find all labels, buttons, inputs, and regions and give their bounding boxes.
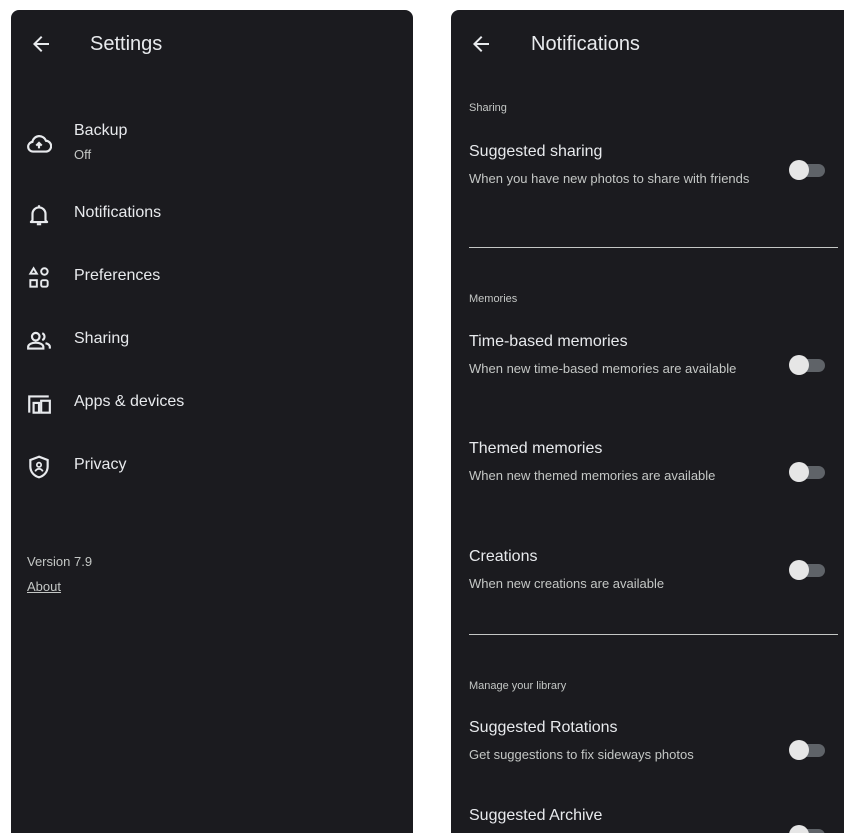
preferences-icon	[28, 266, 49, 288]
back-arrow-icon[interactable]	[469, 32, 493, 56]
toggle-thumb	[789, 462, 809, 482]
menu-item-preferences[interactable]: Preferences	[11, 253, 413, 301]
creations-toggle[interactable]	[789, 558, 829, 582]
menu-item-privacy[interactable]: Privacy	[11, 442, 413, 490]
setting-suggested-archive[interactable]: Suggested Archive	[451, 807, 844, 833]
shield-icon	[29, 455, 49, 479]
toggle-thumb	[789, 825, 809, 833]
notifications-app-bar: Notifications	[451, 10, 844, 80]
setting-title: Suggested Archive	[469, 807, 603, 824]
page-title: Notifications	[531, 33, 640, 55]
time-based-memories-toggle[interactable]	[789, 353, 829, 377]
setting-description: Get suggestions to fix sideways photos	[469, 747, 694, 762]
version-text: Version 7.9	[27, 554, 93, 569]
menu-item-notifications[interactable]: Notifications	[11, 190, 413, 238]
settings-app-bar: Settings	[11, 10, 413, 80]
setting-title: Creations	[469, 548, 538, 565]
themed-memories-toggle[interactable]	[789, 460, 829, 484]
setting-creations[interactable]: Creations When new creations are availab…	[451, 548, 844, 598]
setting-suggested-sharing[interactable]: Suggested sharing When you have new phot…	[451, 143, 844, 213]
bell-icon	[29, 205, 49, 226]
setting-suggested-rotations[interactable]: Suggested Rotations Get suggestions to f…	[451, 719, 844, 769]
settings-panel: Settings Backup Off Notifications Prefer…	[11, 10, 413, 833]
menu-item-label: Privacy	[74, 456, 127, 473]
menu-item-label: Backup	[74, 122, 128, 139]
cloud-upload-icon	[27, 135, 52, 153]
menu-item-backup[interactable]: Backup Off	[11, 116, 413, 172]
setting-title: Time-based memories	[469, 333, 628, 350]
menu-item-sharing[interactable]: Sharing	[11, 316, 413, 364]
toggle-thumb	[789, 160, 809, 180]
suggested-sharing-toggle[interactable]	[789, 158, 829, 182]
setting-title: Themed memories	[469, 440, 603, 457]
section-header-manage-library: Manage your library	[469, 680, 567, 692]
page-title: Settings	[90, 33, 163, 55]
section-header-sharing: Sharing	[469, 102, 507, 114]
notifications-panel: Notifications Sharing Suggested sharing …	[451, 10, 844, 833]
people-icon	[27, 331, 51, 350]
section-divider	[469, 247, 838, 248]
devices-icon	[28, 395, 51, 414]
setting-description: When new themed memories are available	[469, 468, 716, 483]
menu-item-label: Notifications	[74, 204, 162, 221]
setting-themed-memories[interactable]: Themed memories When new themed memories…	[451, 440, 844, 510]
section-divider	[469, 634, 838, 635]
setting-title: Suggested sharing	[469, 143, 603, 160]
section-header-memories: Memories	[469, 293, 518, 305]
menu-item-label: Sharing	[74, 330, 130, 347]
suggested-archive-toggle[interactable]	[789, 823, 829, 833]
menu-item-sublabel: Off	[74, 147, 92, 162]
setting-description: When new creations are available	[469, 576, 665, 591]
menu-item-label: Preferences	[74, 267, 161, 284]
setting-description: When new time-based memories are availab…	[469, 361, 737, 376]
menu-item-label: Apps & devices	[74, 393, 185, 410]
toggle-thumb	[789, 740, 809, 760]
suggested-rotations-toggle[interactable]	[789, 738, 829, 762]
setting-title: Suggested Rotations	[469, 719, 618, 736]
back-arrow-icon[interactable]	[29, 32, 53, 56]
menu-item-apps-devices[interactable]: Apps & devices	[11, 379, 413, 427]
setting-time-based-memories[interactable]: Time-based memories When new time-based …	[451, 333, 844, 403]
toggle-thumb	[789, 560, 809, 580]
toggle-thumb	[789, 355, 809, 375]
setting-description: When you have new photos to share with f…	[469, 171, 750, 186]
about-link[interactable]: About	[27, 579, 61, 594]
